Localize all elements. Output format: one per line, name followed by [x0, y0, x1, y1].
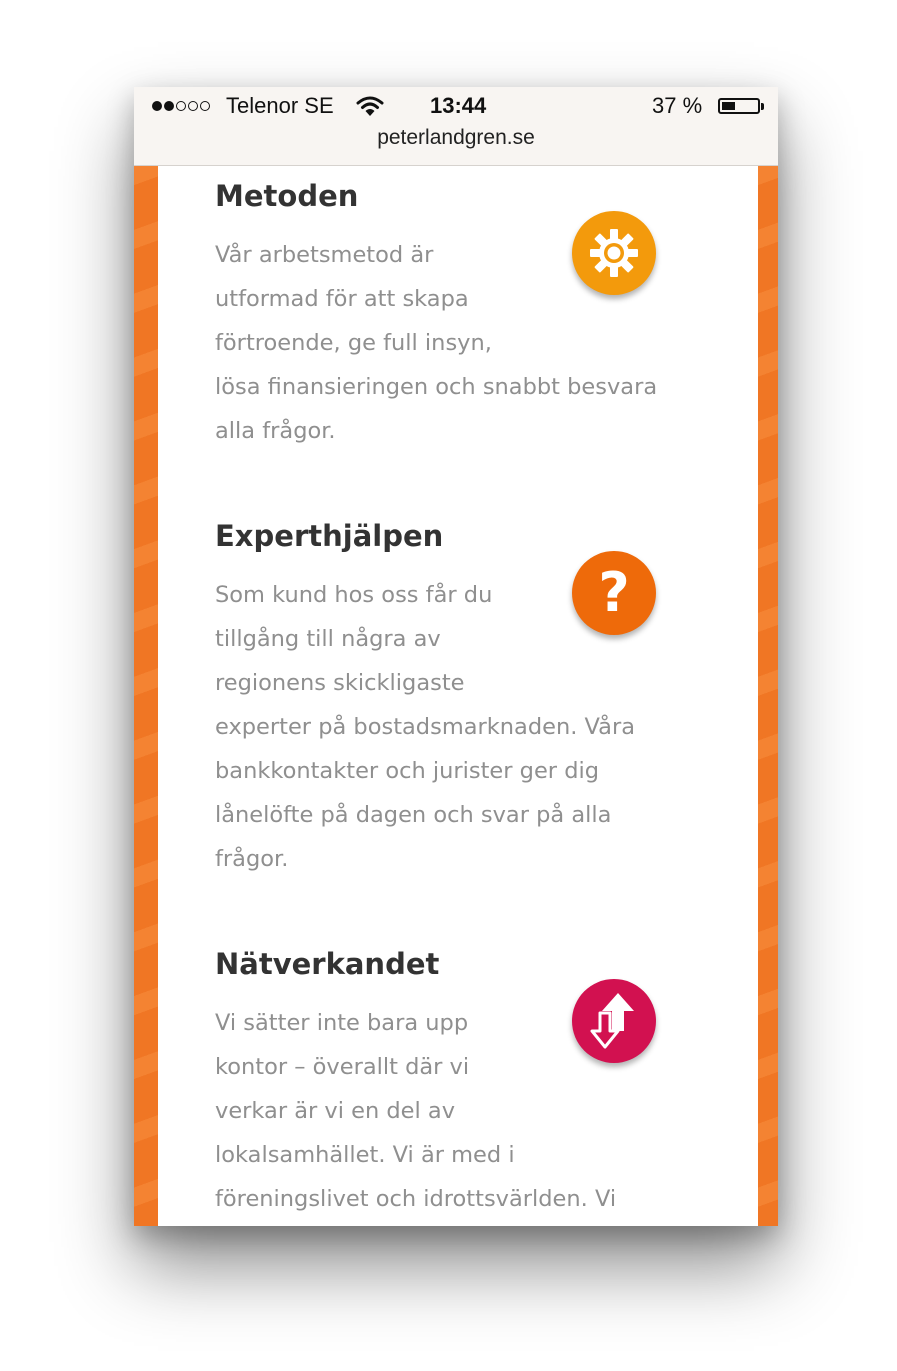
question-mark-glyph: ?: [598, 561, 630, 624]
question-mark-icon: ?: [572, 551, 656, 635]
battery-tip: [761, 103, 764, 110]
up-down-arrows-icon: [572, 979, 656, 1063]
battery-icon: [718, 98, 760, 114]
wifi-icon: [356, 96, 384, 116]
section-title: Nätverkandet: [215, 947, 440, 981]
phone-screen: Telenor SE 13:44 37 % peterlandgren.se M…: [134, 87, 778, 1226]
section-title: Metoden: [215, 179, 359, 213]
left-orange-border: [134, 166, 158, 1226]
battery-percentage: 37 %: [652, 93, 703, 118]
status-bar: Telenor SE 13:44 37 % peterlandgren.se: [134, 87, 778, 166]
section-title: Experthjälpen: [215, 519, 444, 553]
signal-strength-icon: [152, 101, 210, 111]
page-content: Metoden Vår arbetsmetod är utformad för …: [158, 166, 758, 1226]
gear-icon: [572, 211, 656, 295]
address-bar-url[interactable]: peterlandgren.se: [134, 126, 778, 150]
status-time: 13:44: [430, 93, 487, 118]
right-orange-border: [758, 166, 778, 1226]
carrier-name: Telenor SE: [226, 93, 334, 118]
